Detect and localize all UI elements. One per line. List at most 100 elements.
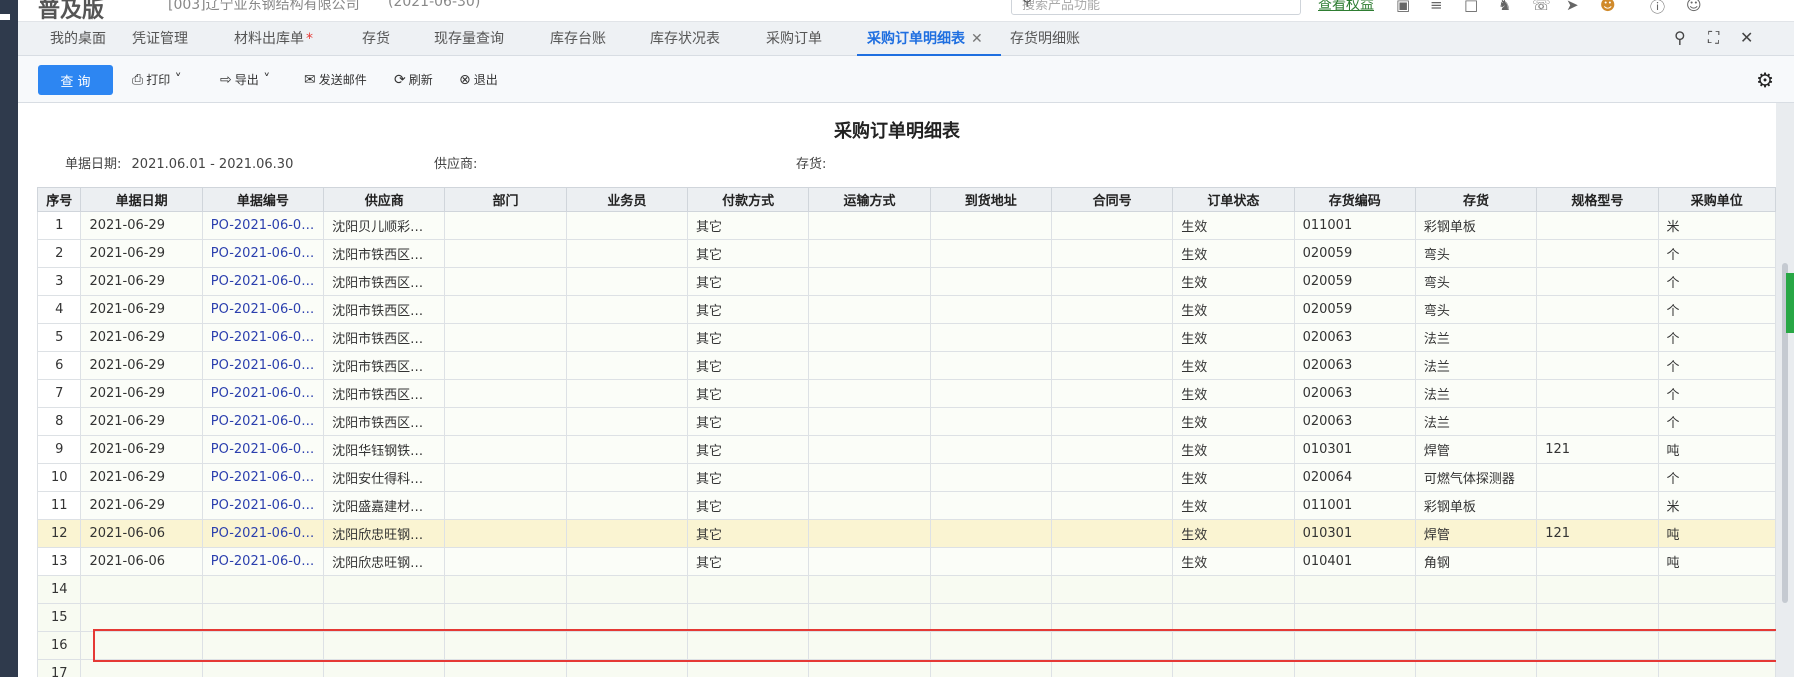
table-cell — [444, 491, 567, 520]
table-cell: 2021-06-29 — [80, 407, 203, 436]
bell-icon[interactable]: ♞ — [1498, 0, 1511, 14]
order-number-link[interactable]: PO-2021-06-0001 — [201, 547, 325, 576]
table-row[interactable]: 4 2021-06-29 PO-2021-06-0003 沈阳市铁西区… 其它 生效 020… — [36, 295, 1777, 324]
mascot-icon[interactable]: ☻ — [1600, 0, 1616, 14]
tab-stock-status[interactable]: 库存状况表 — [650, 22, 720, 56]
order-number-link[interactable]: PO-2021-06-0003 — [201, 351, 325, 380]
order-number-link[interactable]: PO-2021-06-0003 — [201, 407, 325, 436]
order-number-link[interactable]: PO-2021-06-0003 — [201, 295, 325, 324]
search-icon[interactable]: ⚲ — [1674, 28, 1686, 47]
tab-voucher[interactable]: 凭证管理 — [132, 22, 188, 56]
table-row[interactable]: 1 2021-06-29 PO-2021-06-0002 沈阳贝儿顺彩… 其它 生效 011… — [36, 211, 1777, 240]
table-cell — [929, 323, 1052, 352]
table-row[interactable]: 13 2021-06-06 PO-2021-06-0001 沈阳欣忠旺钢… 其它 生效 01… — [36, 547, 1777, 576]
send-email-button[interactable]: ✉ 发送邮件 — [304, 71, 367, 88]
table-row[interactable]: 15 — [36, 603, 1777, 632]
table-cell: 个 — [1657, 463, 1777, 492]
column-header[interactable]: 单据日期 — [80, 187, 203, 212]
table-row[interactable]: 17 — [36, 659, 1777, 677]
global-search-input[interactable]: 搜索产品功能 ⚲ — [1011, 0, 1301, 15]
table-row[interactable]: 6 2021-06-29 PO-2021-06-0003 沈阳市铁西区… 其它 生效 020… — [36, 351, 1777, 380]
table-cell: 彩钢单板 — [1414, 211, 1538, 240]
column-header[interactable]: 供应商 — [323, 187, 446, 212]
tab-stock-ledger[interactable]: 库存台账 — [550, 22, 606, 56]
order-number-link[interactable]: PO-2021-06-0003 — [201, 379, 325, 408]
table-row[interactable]: 14 — [36, 575, 1777, 604]
tab-inventory-detail[interactable]: 存货明细账 — [1010, 22, 1080, 56]
table-row[interactable]: 10 2021-06-29 PO-2021-06-0005 沈阳安仕得科… 其它 生效 02… — [36, 463, 1777, 492]
tasks-icon[interactable]: ≡ — [1430, 0, 1443, 14]
table-cell: 吨 — [1657, 547, 1777, 576]
column-header[interactable]: 到货地址 — [929, 187, 1052, 212]
order-number-link[interactable]: PO-2021-06-0006 — [201, 491, 325, 520]
table-cell — [1536, 659, 1659, 677]
order-number-link[interactable]: PO-2021-06-0002 — [201, 211, 325, 240]
order-number-link[interactable]: PO-2021-06-0003 — [201, 323, 325, 352]
table-cell — [80, 659, 203, 677]
table-cell: 其它 — [687, 491, 810, 520]
tab-purchase-order[interactable]: 采购订单 — [766, 22, 822, 56]
table-cell — [1050, 603, 1174, 632]
print-button[interactable]: ⎙ 打印 ˅ — [132, 71, 185, 88]
table-row[interactable]: 8 2021-06-29 PO-2021-06-0003 沈阳市铁西区… 其它 生效 020… — [36, 407, 1777, 436]
table-cell: 个 — [1657, 267, 1777, 296]
share-icon[interactable]: ➤ — [1566, 0, 1579, 14]
tab-stock-query[interactable]: 现存量查询 — [434, 22, 504, 56]
supplier-filter-label: 供应商: — [434, 157, 478, 172]
column-header[interactable]: 订单状态 — [1172, 187, 1295, 212]
fullscreen-icon[interactable]: ⛶ — [1708, 28, 1719, 48]
query-button[interactable]: 查 询 — [38, 65, 113, 95]
refresh-button[interactable]: ⟳ 刷新 — [394, 71, 433, 88]
table-row[interactable]: 11 2021-06-29 PO-2021-06-0006 沈阳盛嘉建材… 其它 生效 01… — [36, 491, 1777, 520]
exit-button[interactable]: ⊗ 退出 — [459, 71, 498, 88]
column-header[interactable]: 规格型号 — [1536, 187, 1659, 212]
tab-desktop[interactable]: 我的桌面 — [50, 22, 106, 56]
phone-icon[interactable]: ☏ — [1532, 0, 1551, 14]
order-number-link[interactable]: PO-2021-06-0003 — [201, 267, 325, 296]
table-cell — [80, 603, 203, 632]
column-header[interactable]: 运输方式 — [808, 187, 931, 212]
table-row[interactable]: 7 2021-06-29 PO-2021-06-0003 沈阳市铁西区… 其它 生效 020… — [36, 379, 1777, 408]
column-header[interactable]: 存货 — [1414, 187, 1538, 212]
table-row[interactable]: 5 2021-06-29 PO-2021-06-0003 沈阳市铁西区… 其它 生效 020… — [36, 323, 1777, 352]
table-row[interactable]: 9 2021-06-29 PO-2021-06-0004 沈阳华钰钢铁… 其它 生效 010… — [36, 435, 1777, 464]
table-row[interactable]: 2 2021-06-29 PO-2021-06-0003 沈阳市铁西区… 其它 生效 020… — [36, 239, 1777, 268]
table-row[interactable]: 3 2021-06-29 PO-2021-06-0003 沈阳市铁西区… 其它 生效 020… — [36, 267, 1777, 296]
order-number-link[interactable]: PO-2021-06-0005 — [201, 463, 325, 492]
export-button[interactable]: ⇨ 导出 ˅ — [220, 71, 273, 88]
tab-material-outbound[interactable]: 材料出库单 * — [234, 22, 313, 56]
column-header[interactable]: 存货编码 — [1293, 187, 1416, 212]
tab-purchase-order-detail[interactable]: 采购订单明细表 ✕ — [857, 22, 1001, 56]
table-cell — [929, 519, 1052, 548]
column-header[interactable]: 采购单位 — [1657, 187, 1777, 212]
lock-icon[interactable]: ▣ — [1396, 0, 1410, 14]
column-header[interactable]: 付款方式 — [687, 187, 810, 212]
gear-icon[interactable]: ⚙ — [1756, 68, 1774, 92]
search-icon[interactable]: ⚲ — [1022, 0, 1294, 9]
column-header[interactable]: 单据编号 — [201, 187, 325, 212]
close-icon[interactable]: ✕ — [1740, 28, 1753, 47]
table-cell — [565, 211, 689, 240]
user-icon[interactable]: ☺ — [1686, 0, 1702, 14]
view-rights-link[interactable]: 查看权益 — [1318, 0, 1374, 14]
table-cell: 沈阳安仕得科… — [323, 463, 446, 492]
column-header[interactable]: 业务员 — [565, 187, 689, 212]
message-icon[interactable]: □ — [1464, 0, 1478, 14]
order-number-link[interactable]: PO-2021-06-0003 — [201, 239, 325, 268]
table-row[interactable]: 16 — [36, 631, 1777, 660]
vertical-scrollbar[interactable] — [1776, 103, 1794, 677]
column-header[interactable]: 序号 — [36, 187, 82, 212]
column-header[interactable]: 部门 — [444, 187, 567, 212]
row-number: 1 — [36, 211, 82, 240]
table-cell: 121 — [1536, 435, 1659, 464]
refresh-icon: ⟳ — [394, 72, 406, 88]
close-tab-icon[interactable]: ✕ — [971, 31, 983, 47]
table-cell — [929, 631, 1052, 660]
order-number-link[interactable]: PO-2021-06-0001 — [201, 519, 325, 548]
table-row[interactable]: 12 2021-06-06 PO-2021-06-0001 沈阳欣忠旺钢… 其它 生效 01… — [36, 519, 1777, 548]
table-cell — [565, 267, 689, 296]
column-header[interactable]: 合同号 — [1050, 187, 1174, 212]
help-icon[interactable]: ⓘ — [1650, 0, 1665, 17]
tab-inventory[interactable]: 存货 — [362, 22, 390, 56]
order-number-link[interactable]: PO-2021-06-0004 — [201, 435, 325, 464]
